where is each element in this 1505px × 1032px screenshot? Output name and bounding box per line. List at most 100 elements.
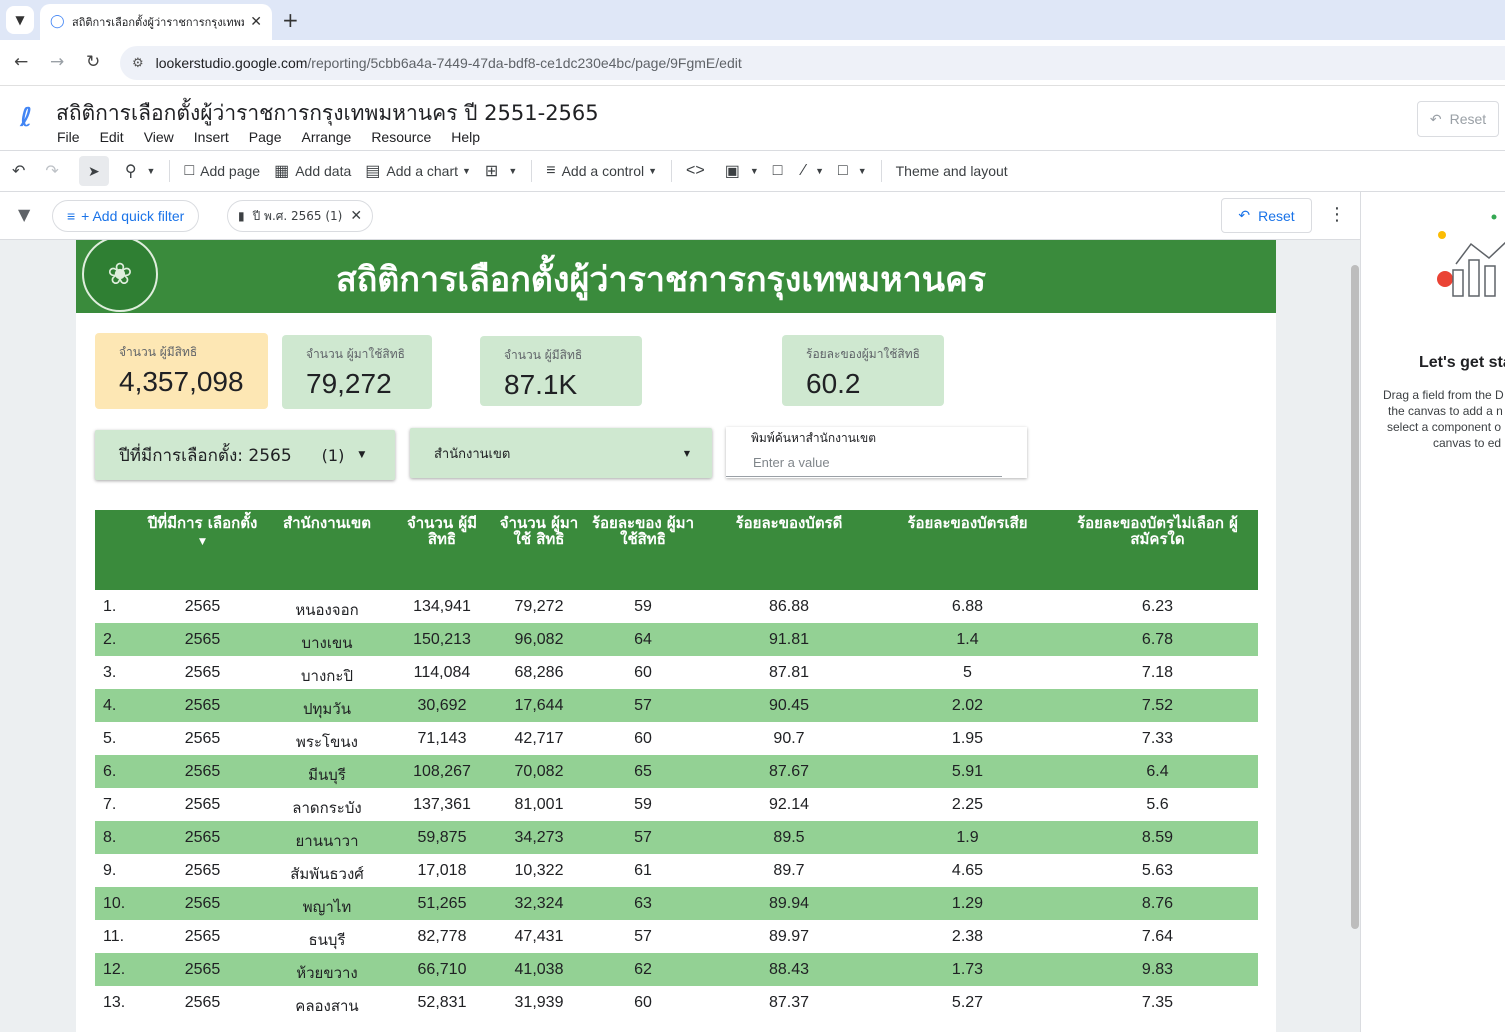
cell-turnout-pct: 62 xyxy=(634,961,652,978)
text-button[interactable]: □ xyxy=(773,162,789,180)
menu-view[interactable]: View xyxy=(144,129,174,145)
close-icon[interactable]: ✕ xyxy=(350,208,362,224)
cell-turnout-pct: 60 xyxy=(634,664,652,681)
cell-invalid-pct: 1.9 xyxy=(956,829,979,846)
cell-novote-pct: 8.59 xyxy=(1141,829,1174,846)
district-dropdown-control[interactable]: สำนักงานเขต ▼ xyxy=(410,428,712,478)
table-row[interactable]: 11. 2565 ธนบุรี 82,778 47,431 57 89.97 2.38 7.64 xyxy=(95,920,1258,953)
browser-tab[interactable]: ◯ สถิติการเลือกตั้งผู้ว่าราชการกรุงเทพม … xyxy=(40,4,272,40)
undo-button[interactable]: ↶ xyxy=(12,161,31,181)
kpi-eligible-compact[interactable]: จำนวน ผู้มีสิทธิ 87.1K xyxy=(480,336,642,406)
filter-reset-button[interactable]: ↶ Reset xyxy=(1221,198,1312,233)
add-control-button[interactable]: ≡ Add a control ▼ xyxy=(546,162,657,180)
table-row[interactable]: 8. 2565 ยานนาวา 59,875 34,273 57 89.5 1.9 8.59 xyxy=(95,821,1258,854)
col-header-district[interactable]: สำนักงานเขต xyxy=(267,515,387,531)
district-stats-table[interactable]: ปีที่มีการ เลือกตั้ง ▼ สำนักงานเขต จำนวน… xyxy=(95,510,1258,1019)
menu-arrange[interactable]: Arrange xyxy=(302,129,352,145)
table-row[interactable]: 7. 2565 ลาดกระบัง 137,361 81,001 59 92.14 2.25 5… xyxy=(95,788,1258,821)
address-bar: ← → ↻ ⚙ lookerstudio.google.com/reportin… xyxy=(0,40,1505,86)
menu-resource[interactable]: Resource xyxy=(371,129,431,145)
bar-chart-icon: ▮ xyxy=(238,209,245,223)
cell-voted: 31,939 xyxy=(514,994,564,1011)
cell-invalid-pct: 2.38 xyxy=(951,928,984,945)
col-header-eligible[interactable]: จำนวน ผู้มีสิทธิ xyxy=(397,515,487,547)
menu-insert[interactable]: Insert xyxy=(194,129,229,145)
add-quick-filter-button[interactable]: ≡ + Add quick filter xyxy=(52,200,200,232)
cell-eligible: 59,875 xyxy=(417,829,467,846)
kpi-eligible-voters[interactable]: จำนวน ผู้มีสิทธิ 4,357,098 xyxy=(95,333,268,409)
col-header-voted[interactable]: จำนวน ผู้มาใช้ สิทธิ xyxy=(495,515,583,547)
col-header-turnout-pct[interactable]: ร้อยละของ ผู้มาใช้สิทธิ xyxy=(590,515,696,547)
toolbar-divider xyxy=(531,160,533,182)
close-icon[interactable]: ✕ xyxy=(250,14,262,30)
table-row[interactable]: 10. 2565 พญาไท 51,265 32,324 63 89.94 1.29 8.76 xyxy=(95,887,1258,920)
report-banner[interactable]: ❀ สถิติการเลือกตั้งผู้ว่าราชการกรุงเทพมห… xyxy=(76,240,1276,313)
year-dropdown-control[interactable]: ปีที่มีการเลือกตั้ง: 2565 (1) ▼ xyxy=(95,430,395,480)
menu-page[interactable]: Page xyxy=(249,129,282,145)
add-chart-button[interactable]: ▤ Add a chart ▼ xyxy=(365,161,471,181)
menu-edit[interactable]: Edit xyxy=(100,129,124,145)
menu-bar: File Edit View Insert Page Arrange Resou… xyxy=(57,129,500,145)
zoom-icon: ⚲ xyxy=(124,163,137,180)
url-input[interactable]: ⚙ lookerstudio.google.com/reporting/5cbb… xyxy=(120,46,1505,80)
forward-icon[interactable]: → xyxy=(50,52,64,72)
row-index: 5. xyxy=(103,730,117,747)
table-row[interactable]: 2. 2565 บางเขน 150,213 96,082 64 91.81 1.4 6.78 xyxy=(95,623,1258,656)
community-viz-button[interactable]: ⊞ ▼ xyxy=(485,161,517,181)
table-row[interactable]: 5. 2565 พระโขนง 71,143 42,717 60 90.7 1.95 7.33 xyxy=(95,722,1258,755)
add-data-button[interactable]: ▦ Add data xyxy=(274,161,351,181)
row-index: 3. xyxy=(103,664,117,681)
table-row[interactable]: 4. 2565 ปทุมวัน 30,692 17,644 57 90.45 2.02 7.52 xyxy=(95,689,1258,722)
table-row[interactable]: 1. 2565 หนองจอก 134,941 79,272 59 86.88 6.88 6.2… xyxy=(95,590,1258,623)
cell-district: ปทุมวัน xyxy=(303,700,351,718)
theme-layout-button[interactable]: Theme and layout xyxy=(896,163,1008,179)
table-row[interactable]: 13. 2565 คลองสาน 52,831 31,939 60 87.37 5.27 7.3… xyxy=(95,986,1258,1019)
looker-studio-logo-icon[interactable]: ℓ xyxy=(20,103,32,133)
chevron-down-icon: ▼ xyxy=(857,166,867,176)
cell-turnout-pct: 57 xyxy=(634,829,652,846)
year-filter-chip[interactable]: ▮ ปี พ.ศ. 2565 (1) ✕ xyxy=(227,200,374,232)
cell-invalid-pct: 6.88 xyxy=(951,598,984,615)
cell-turnout-pct: 57 xyxy=(634,697,652,714)
table-row[interactable]: 6. 2565 มีนบุรี 108,267 70,082 65 87.67 5.91 6.4 xyxy=(95,755,1258,788)
kpi-voters-turnout[interactable]: จำนวน ผู้มาใช้สิทธิ 79,272 xyxy=(282,335,432,409)
new-tab-button[interactable]: + xyxy=(282,8,299,32)
toolbar-divider xyxy=(671,160,673,182)
select-tool-button[interactable]: ➤ xyxy=(78,156,109,186)
line-button[interactable]: ∕ ▼ xyxy=(802,162,824,180)
cell-year: 2565 xyxy=(184,697,221,714)
url-text: lookerstudio.google.com/reporting/5cbb6a… xyxy=(155,55,742,71)
chevron-down-icon: ▼ xyxy=(648,166,658,176)
site-info-icon[interactable]: ⚙ xyxy=(132,56,144,71)
cell-invalid-pct: 5.91 xyxy=(951,763,984,780)
kpi-turnout-percent[interactable]: ร้อยละของผู้มาใช้สิทธิ 60.2 xyxy=(782,335,944,406)
filter-bar: ▼ ≡ + Add quick filter ▮ ปี พ.ศ. 2565 (1… xyxy=(0,192,1360,240)
image-icon: ▣ xyxy=(724,163,740,180)
table-row[interactable]: 3. 2565 บางกะปิ 114,084 68,286 60 87.81 5 7.18 xyxy=(95,656,1258,689)
shape-button[interactable]: □ ▼ xyxy=(838,162,867,180)
header-reset-button[interactable]: ↶ Reset xyxy=(1417,101,1499,137)
cell-district: พญาไท xyxy=(302,898,352,916)
reload-icon[interactable]: ↻ xyxy=(86,52,100,72)
col-header-valid-pct[interactable]: ร้อยละของบัตรดี xyxy=(705,515,873,531)
add-page-button[interactable]: □ Add page xyxy=(184,162,260,180)
cell-valid-pct: 89.97 xyxy=(768,928,810,945)
image-button[interactable]: ▣ ▼ xyxy=(725,161,759,181)
more-options-icon[interactable]: ⋮ xyxy=(1328,204,1346,225)
report-title[interactable]: สถิติการเลือกตั้งผู้ว่าราชการกรุงเทพมหาน… xyxy=(56,97,599,130)
canvas-scrollbar[interactable] xyxy=(1351,265,1359,929)
redo-button[interactable]: ↷ xyxy=(45,161,64,181)
tab-search-dropdown[interactable]: ▼ xyxy=(6,6,34,34)
col-header-invalid-pct[interactable]: ร้อยละของบัตรเสีย xyxy=(885,515,1050,531)
cell-invalid-pct: 5.27 xyxy=(951,994,984,1011)
menu-file[interactable]: File xyxy=(57,129,80,145)
district-search-input[interactable]: Enter a value xyxy=(753,455,830,470)
table-row[interactable]: 9. 2565 สัมพันธวงศ์ 17,018 10,322 61 89.7 4.65 5… xyxy=(95,854,1258,887)
col-header-year[interactable]: ปีที่มีการ เลือกตั้ง ▼ xyxy=(145,515,260,550)
col-header-novote-pct[interactable]: ร้อยละของบัตรไม่เลือก ผู้สมัครใด xyxy=(1060,515,1255,547)
table-row[interactable]: 12. 2565 ห้วยขวาง 66,710 41,038 62 88.43 1.73 9.… xyxy=(95,953,1258,986)
zoom-button[interactable]: ⚲ ▼ xyxy=(125,161,156,181)
menu-help[interactable]: Help xyxy=(451,129,480,145)
back-icon[interactable]: ← xyxy=(14,52,28,72)
embed-url-button[interactable]: <> xyxy=(686,162,711,180)
